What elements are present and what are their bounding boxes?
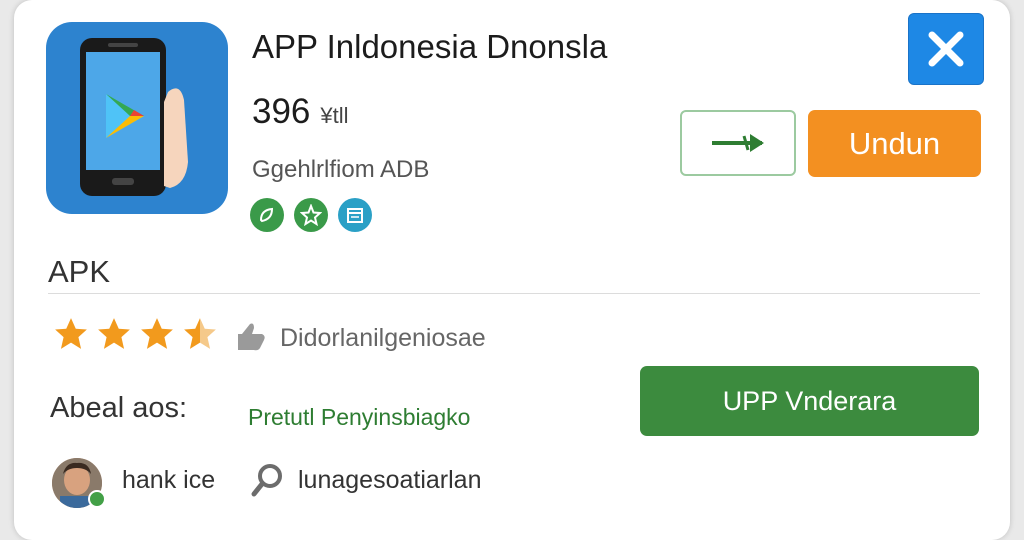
close-button[interactable] xyxy=(908,13,984,85)
app-size-value: 396 xyxy=(252,92,311,131)
download-button[interactable]: Undun xyxy=(808,110,981,177)
rating-stars xyxy=(52,316,219,352)
online-status-dot xyxy=(88,490,106,508)
star-icon xyxy=(98,318,130,349)
divider xyxy=(48,293,980,294)
share-button[interactable] xyxy=(680,110,796,176)
user-name: hank ice xyxy=(122,466,216,494)
avatar[interactable] xyxy=(52,458,106,508)
leaf-badge-icon xyxy=(250,198,284,232)
share-arrow-icon xyxy=(712,134,764,152)
star-badge-icon xyxy=(294,198,328,232)
phone-play-store-icon xyxy=(46,22,228,214)
rating-text: Didorlanilgeniosae xyxy=(280,324,486,352)
detail-value-link[interactable]: Pretutl Penyinsbiagko xyxy=(248,404,470,431)
developer-name: Ggehlrlfiom ADB xyxy=(252,156,430,183)
app-size: 396 ¥tll xyxy=(252,92,349,132)
calendar-badge-icon xyxy=(338,198,372,232)
search-text: lunagesoatiarlan xyxy=(298,466,482,494)
search-icon[interactable] xyxy=(250,462,284,503)
detail-label: Abeal aos: xyxy=(50,392,188,424)
close-icon xyxy=(928,31,964,67)
badge-row xyxy=(250,198,372,232)
install-button[interactable]: UPP Vnderara xyxy=(640,366,979,436)
app-title: APP Inldonesia Dnonsla xyxy=(252,28,608,65)
star-icon xyxy=(141,318,173,349)
star-icon xyxy=(55,318,87,349)
thumbs-up-icon[interactable] xyxy=(236,318,268,359)
app-size-unit: ¥tll xyxy=(320,103,349,128)
section-label-apk: APK xyxy=(48,254,111,289)
star-icon xyxy=(184,318,216,349)
